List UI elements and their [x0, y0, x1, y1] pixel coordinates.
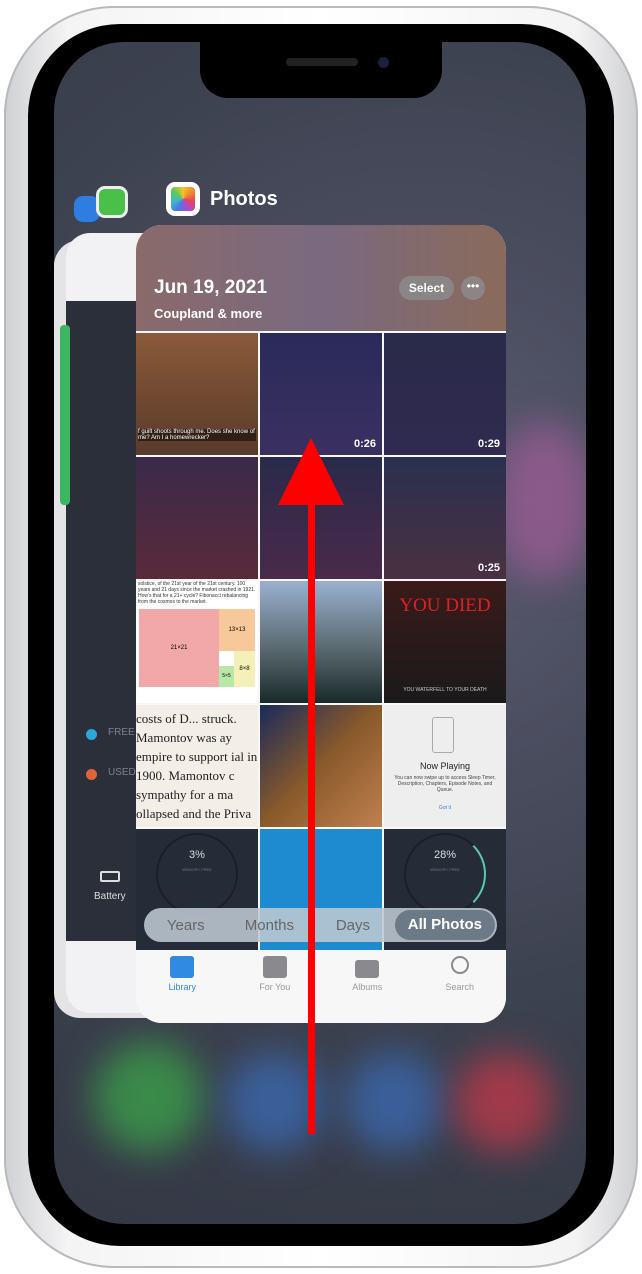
arrow-shaft — [308, 500, 315, 1134]
swipe-up-arrow — [278, 438, 344, 1134]
front-camera — [378, 57, 389, 68]
speaker — [286, 58, 358, 66]
arrow-head — [278, 438, 344, 505]
notch — [200, 42, 442, 98]
